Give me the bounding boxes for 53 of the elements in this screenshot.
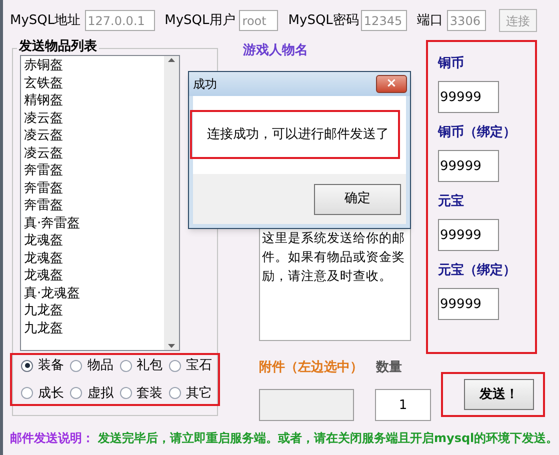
category-radio[interactable]: 宝石 — [168, 356, 218, 376]
send-button[interactable]: 发送！ — [464, 379, 534, 410]
scrollbar[interactable] — [164, 56, 179, 350]
note-text: 发送完毕后，请立即重启服务端。或者，请在关闭服务端且开启mysql的环境下发送。 — [98, 430, 558, 447]
category-radio[interactable]: 成长 — [21, 384, 70, 403]
list-item[interactable]: 凌云盔 — [24, 110, 164, 127]
groupbox-title: 发送物品列表 — [17, 39, 99, 55]
category-radio[interactable]: 物品 — [70, 356, 120, 376]
scroll-up-icon[interactable] — [167, 56, 176, 65]
field-label: MySQL密码 — [288, 12, 359, 30]
currency-field[interactable]: 99999 — [438, 288, 499, 320]
field-label: MySQL地址 — [10, 12, 81, 30]
list-item[interactable]: 真·龙魂盔 — [24, 284, 164, 302]
category-radio[interactable]: 其它 — [168, 384, 218, 403]
currency-label: 铜币（绑定） — [438, 124, 517, 141]
list-item[interactable]: 赤铜盔 — [24, 57, 164, 74]
item-list[interactable]: 赤铜盔 玄铁盔 精钢盔 凌云盔 凌云盔 凌云盔 奔雷盔 奔雷盔 奔雷盔 真·奔雷盔 龙魂盔 龙魂盔 龙魂盔 真·龙魂盔 九龙盔 九龙盔 — [20, 55, 180, 351]
list-item[interactable]: 凌云盔 — [24, 144, 164, 162]
currency-label: 铜币 — [438, 54, 465, 72]
note-label: 邮件发送说明： — [10, 430, 94, 447]
mail-body-field[interactable]: 这里是系统发送给你的邮件。如果有物品或资金奖励，请注意及时查收。 — [259, 226, 411, 340]
list-item[interactable]: 龙魂盔 — [24, 250, 164, 267]
attachment-label: 附件（左边选中） — [259, 359, 359, 377]
list-item[interactable]: 九龙盔 — [24, 302, 164, 320]
category-radio[interactable]: 装备 — [21, 356, 70, 376]
currency-label: 元宝（绑定） — [438, 262, 517, 279]
category-radio[interactable]: 虚拟 — [70, 384, 120, 403]
list-item[interactable]: 龙魂盔 — [24, 232, 164, 250]
dialog-title: 成功 — [193, 76, 217, 93]
quantity-label: 数量 — [375, 359, 403, 377]
currency-field[interactable]: 99999 — [438, 81, 499, 113]
list-item[interactable]: 精钢盔 — [24, 92, 164, 110]
dialog-message: 连接成功，可以进行邮件发送了 — [207, 126, 389, 144]
quantity-field[interactable]: 1 — [375, 389, 431, 421]
list-item[interactable]: 九龙盔 — [24, 320, 164, 337]
attachment-field[interactable] — [259, 389, 354, 421]
list-item[interactable]: 真·奔雷盔 — [24, 214, 164, 232]
list-item[interactable]: 奔雷盔 — [24, 162, 164, 180]
ok-button[interactable]: 确定 — [314, 184, 401, 214]
category-radio[interactable]: 礼包 — [120, 356, 169, 376]
scroll-down-icon[interactable] — [167, 341, 176, 350]
currency-field[interactable]: 99999 — [438, 150, 499, 182]
list-item[interactable]: 奔雷盔 — [24, 180, 164, 197]
player-name-label: 游戏人物名 — [243, 42, 309, 60]
list-item[interactable]: 龙魂盔 — [24, 267, 164, 284]
currency-field[interactable]: 99999 — [438, 219, 499, 251]
currency-label: 元宝 — [438, 192, 465, 210]
list-item[interactable]: 玄铁盔 — [24, 74, 164, 92]
category-radio[interactable]: 套装 — [120, 384, 169, 403]
field-label: 端口 — [416, 12, 443, 30]
list-item[interactable]: 奔雷盔 — [24, 197, 164, 214]
list-item[interactable]: 凌云盔 — [24, 127, 164, 144]
field-label: MySQL用户 — [164, 12, 236, 30]
